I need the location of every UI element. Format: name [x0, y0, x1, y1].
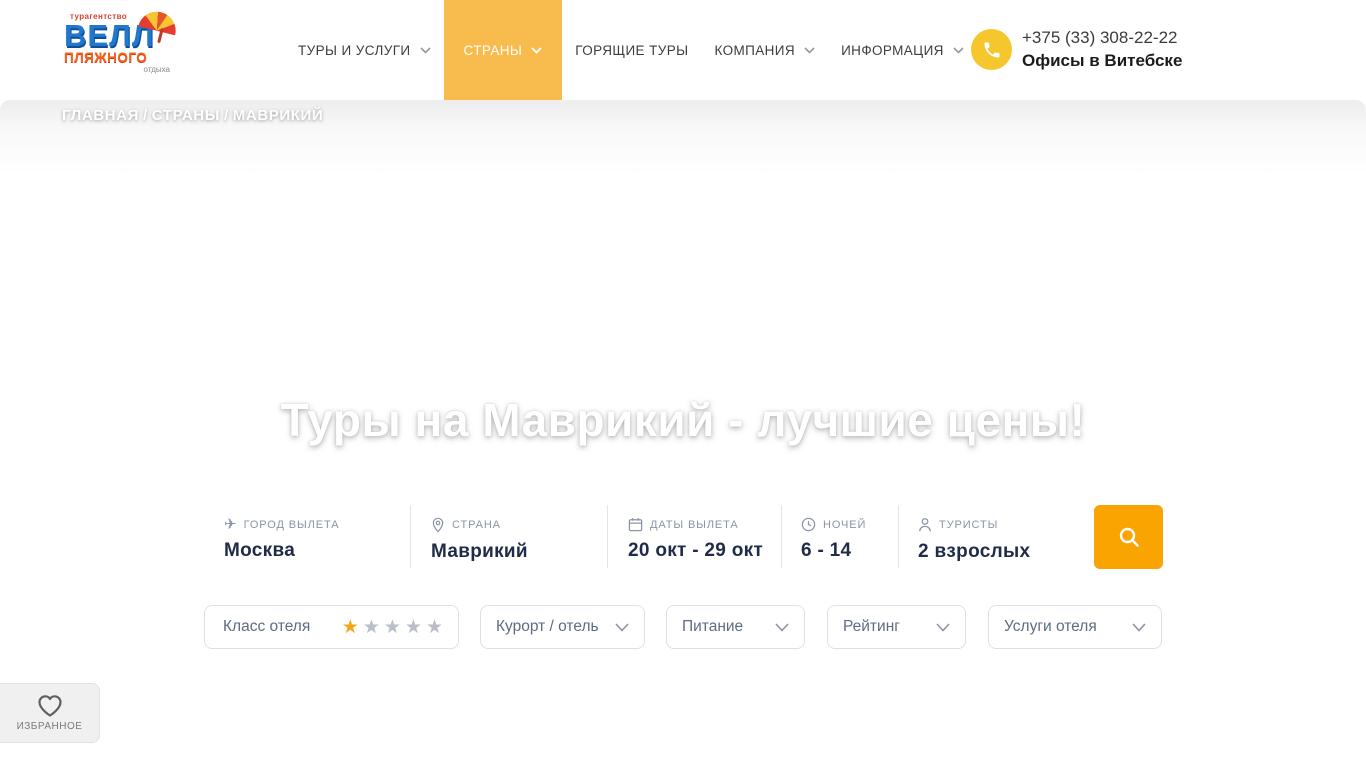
country-field[interactable]: СТРАНА Маврикий	[431, 517, 528, 563]
nav-item-label: ГОРЯЩИЕ ТУРЫ	[575, 42, 689, 58]
nights-field[interactable]: НОЧЕЙ 6 - 14	[801, 517, 866, 562]
field-label: НОЧЕЙ	[823, 518, 867, 531]
field-value: 6 - 14	[801, 540, 852, 561]
star-icon[interactable]: ★	[405, 618, 422, 637]
breadcrumb: ГЛАВНАЯ / СТРАНЫ / МАВРИКИЙ	[62, 107, 323, 124]
filter-label: Услуги отеля	[1004, 618, 1097, 635]
pin-icon	[432, 517, 444, 533]
logo-beach-text: ПЛЯЖНОГО	[64, 50, 148, 66]
nav-item-label: ИНФОРМАЦИЯ	[841, 42, 944, 58]
chevron-down-icon	[953, 46, 964, 54]
filter-label: Рейтинг	[843, 618, 900, 635]
header: турагентство ВЕЛЛ ПЛЯЖНОГО отдыха ТУРЫ И…	[0, 0, 1366, 100]
phone-icon	[971, 29, 1012, 70]
chevron-down-icon	[1132, 622, 1146, 632]
rating-filter[interactable]: Рейтинг	[827, 605, 966, 649]
departure-dates-field[interactable]: ДАТЫ ВЫЛЕТА 20 окт - 29 окт	[628, 517, 763, 562]
breadcrumb-separator: /	[224, 107, 229, 124]
chevron-down-icon	[419, 46, 431, 54]
chevron-down-icon	[775, 622, 789, 632]
favorites-widget[interactable]: ИЗБРАННОЕ	[0, 683, 100, 743]
field-divider	[898, 505, 899, 568]
star-icon[interactable]: ★	[426, 618, 443, 637]
phone-block[interactable]: +375 (33) 308-22-22 Офисы в Витебске	[971, 26, 1182, 72]
hotel-class-filter[interactable]: Класс отеля ★ ★ ★ ★ ★	[204, 605, 459, 649]
field-label: ДАТЫ ВЫЛЕТА	[650, 518, 739, 531]
breadcrumb-countries[interactable]: СТРАНЫ	[152, 107, 220, 124]
breadcrumb-current: МАВРИКИЙ	[232, 107, 324, 124]
plane-icon: ✈	[224, 516, 237, 533]
phone-text: +375 (33) 308-22-22 Офисы в Витебске	[1022, 26, 1182, 72]
phone-number[interactable]: +375 (33) 308-22-22	[1022, 26, 1182, 49]
chevron-down-icon	[804, 46, 815, 54]
page-title: Туры на Маврикий - лучшие цены!	[280, 394, 1086, 446]
hotel-class-stars: ★ ★ ★ ★ ★	[342, 618, 443, 637]
search-button[interactable]	[1094, 505, 1163, 569]
departure-city-field[interactable]: ✈ ГОРОД ВЫЛЕТА Москва	[224, 517, 340, 562]
resort-hotel-filter[interactable]: Курорт / отель	[480, 605, 645, 649]
chevron-down-icon	[936, 622, 950, 632]
calendar-icon	[628, 518, 643, 532]
nav-item-hot-tours[interactable]: ГОРЯЩИЕ ТУРЫ	[562, 0, 701, 100]
breadcrumb-home[interactable]: ГЛАВНАЯ	[62, 107, 139, 124]
filter-label: Класс отеля	[223, 618, 311, 635]
meals-filter[interactable]: Питание	[666, 605, 805, 649]
nav-item-label: СТРАНЫ	[463, 42, 523, 58]
field-value: Маврикий	[431, 541, 528, 562]
nav-item-tours-services[interactable]: ТУРЫ И УСЛУГИ	[285, 0, 444, 100]
breadcrumb-separator: /	[142, 107, 148, 124]
favorites-label: ИЗБРАННОЕ	[16, 721, 83, 732]
heart-icon	[37, 695, 62, 717]
filter-label: Питание	[682, 618, 744, 635]
nav-item-label: ТУРЫ И УСЛУГИ	[298, 42, 411, 58]
field-value: Москва	[224, 540, 296, 561]
field-label: СТРАНА	[452, 519, 501, 531]
star-icon[interactable]: ★	[363, 618, 380, 637]
filter-label: Курорт / отель	[496, 618, 599, 635]
nav-item-countries[interactable]: СТРАНЫ	[443, 0, 563, 100]
hotel-services-filter[interactable]: Услуги отеля	[988, 605, 1162, 649]
search-icon	[1119, 527, 1139, 547]
user-icon	[919, 518, 931, 532]
main-nav: ТУРЫ И УСЛУГИ СТРАНЫ ГОРЯЩИЕ ТУРЫ КОМПАН…	[285, 0, 977, 100]
page: турагентство ВЕЛЛ ПЛЯЖНОГО отдыха ТУРЫ И…	[0, 0, 1366, 768]
hero-section: ГЛАВНАЯ / СТРАНЫ / МАВРИКИЙ Туры на Маврикий…	[0, 100, 1366, 768]
field-label: ТУРИСТЫ	[939, 519, 999, 531]
chevron-down-icon	[615, 622, 629, 632]
chevron-down-icon	[531, 46, 542, 54]
field-label: ГОРОД ВЫЛЕТА	[243, 518, 340, 531]
nav-item-label: КОМПАНИЯ	[714, 42, 796, 58]
field-value: 2 взрослых	[918, 541, 1031, 562]
logo[interactable]: турагентство ВЕЛЛ ПЛЯЖНОГО отдыха	[64, 7, 180, 90]
logo-rest-text: отдыха	[143, 65, 170, 75]
field-divider	[410, 505, 411, 568]
offices-link[interactable]: Офисы в Витебске	[1022, 49, 1182, 72]
field-divider	[607, 505, 608, 568]
tourists-field[interactable]: ТУРИСТЫ 2 взрослых	[918, 517, 1030, 563]
field-divider	[781, 505, 782, 568]
nav-item-company[interactable]: КОМПАНИЯ	[701, 0, 828, 100]
star-icon[interactable]: ★	[384, 618, 401, 637]
star-icon[interactable]: ★	[342, 618, 359, 637]
clock-icon	[801, 517, 816, 532]
field-value: 20 окт - 29 окт	[628, 540, 764, 561]
nav-item-information[interactable]: ИНФОРМАЦИЯ	[828, 0, 977, 100]
